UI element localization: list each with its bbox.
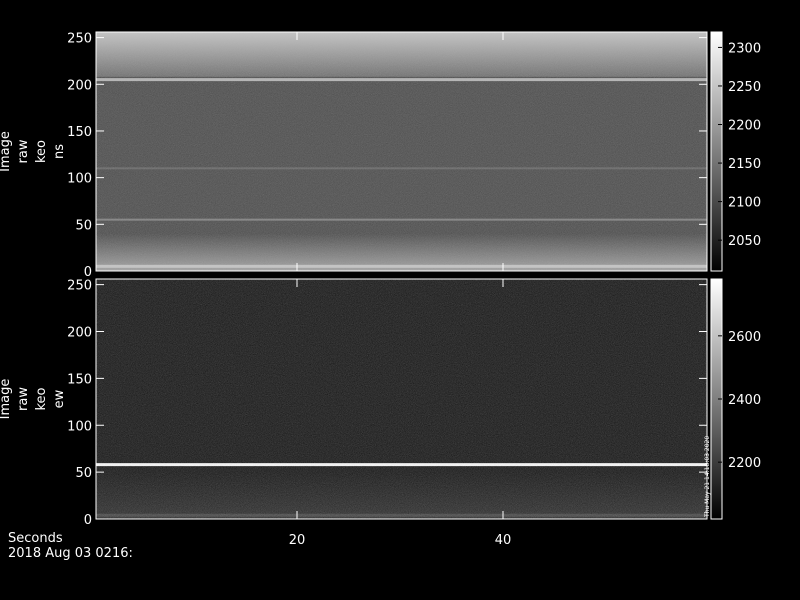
timestamp: 2018 Aug 03 0216:: [8, 546, 133, 561]
y-tick-label: 50: [75, 466, 92, 481]
y-axis-label-line: Image: [0, 131, 13, 172]
y-tick-label: 200: [67, 78, 92, 93]
colorbar-tick-label: 2400: [728, 393, 761, 408]
y-tick-label: 200: [67, 326, 92, 341]
plot-date-stamp: Thu May 21 14:18:03 2020: [704, 436, 711, 518]
y-axis-label-line: raw: [16, 387, 31, 411]
colorbar-tick-label: 2150: [728, 157, 761, 172]
y-axis-label-line: keo: [34, 140, 49, 163]
y-axis-label-line: ns: [52, 144, 67, 159]
x-tick-label: 40: [495, 533, 512, 548]
y-axis-label-line: ew: [52, 389, 67, 408]
colorbar-tick-label: 2600: [728, 330, 761, 345]
colorbar-tick-label: 2300: [728, 41, 761, 56]
y-axis-label-line: Image: [0, 379, 13, 420]
y-tick-label: 250: [67, 32, 92, 47]
x-tick-label: 20: [289, 533, 306, 548]
colorbar-tick-label: 2050: [728, 234, 761, 249]
y-axis-label-line: keo: [34, 387, 49, 410]
image-noise: [96, 279, 707, 519]
colorbar-tick-label: 2250: [728, 80, 761, 95]
y-axis-label-line: raw: [16, 139, 31, 163]
y-tick-label: 0: [84, 513, 92, 528]
colorbar-tick-label: 2200: [728, 456, 761, 471]
y-tick-label: 150: [67, 372, 92, 387]
colorbar-tick-label: 2100: [728, 196, 761, 211]
y-tick-label: 150: [67, 125, 92, 140]
image-noise: [96, 32, 707, 271]
y-tick-label: 100: [67, 419, 92, 434]
panel-2: 0 50 100 150 200 250 Image raw keo ew 2200 2400 2600…: [0, 278, 761, 528]
panel-1: 050100150200250Image raw keo ns205021002150…: [0, 31, 761, 280]
y-tick-label: 50: [75, 218, 92, 233]
colorbar: [711, 32, 722, 271]
y-tick-label: 250: [67, 279, 92, 294]
keogram-figure: 050100150200250Image raw keo ns205021002150…: [0, 31, 761, 548]
colorbar-tick-label: 2200: [728, 119, 761, 134]
x-axis-label: Seconds: [8, 531, 63, 546]
y-tick-label: 100: [67, 172, 92, 187]
